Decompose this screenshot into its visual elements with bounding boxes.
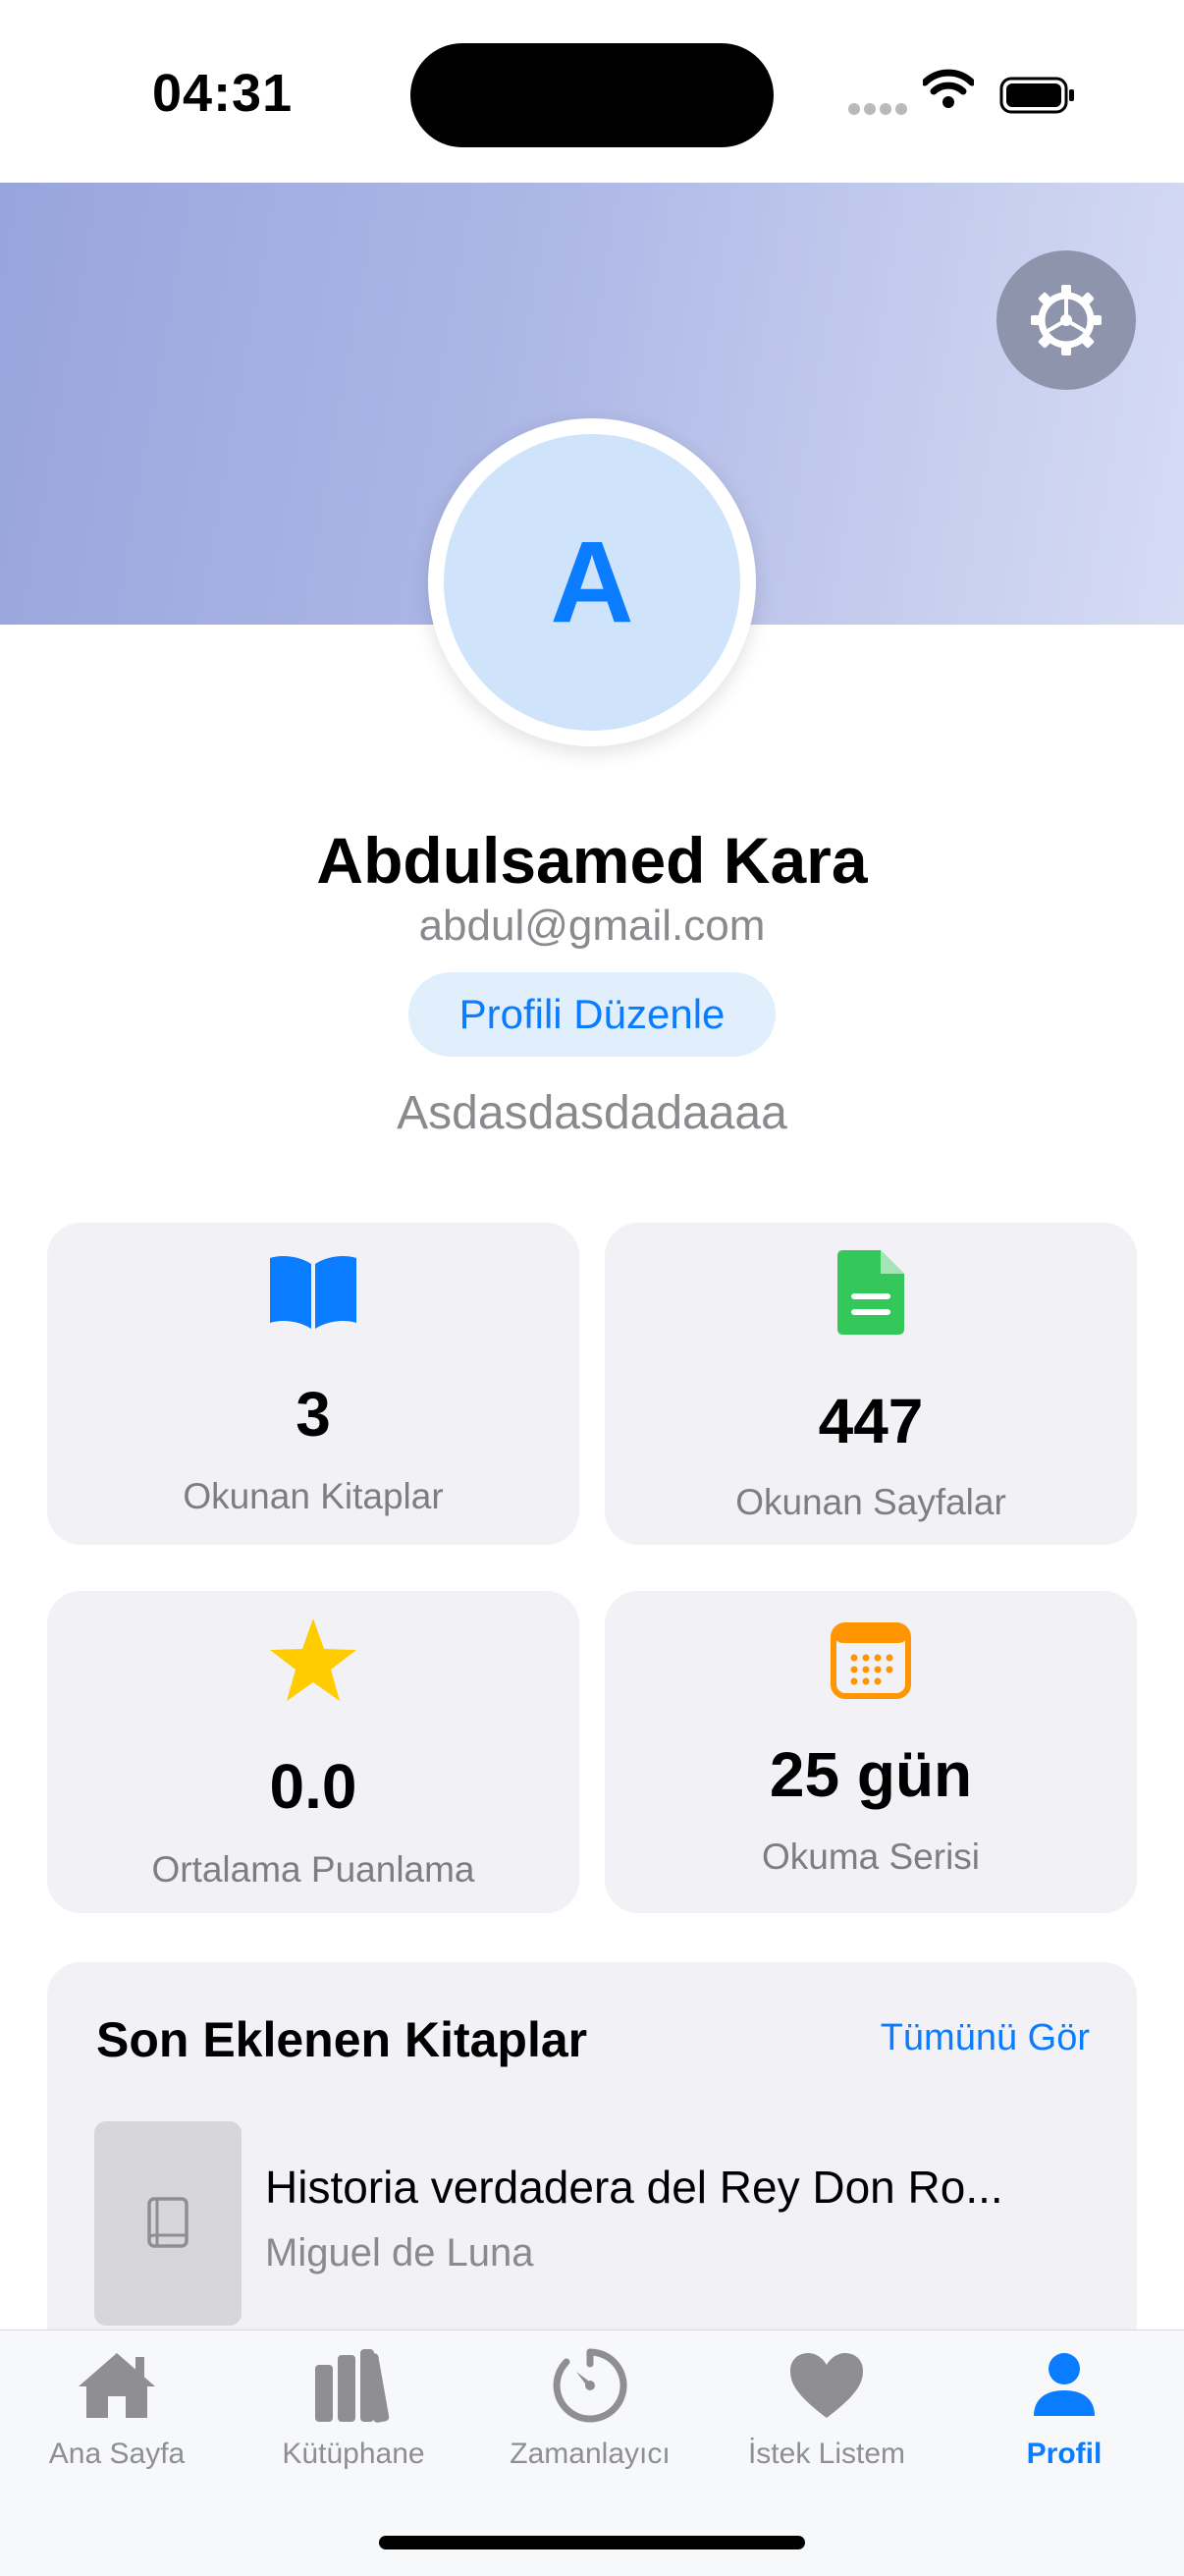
dynamic-island xyxy=(410,43,774,147)
stat-label: Ortalama Puanlama xyxy=(151,1849,475,1890)
tab-wishlist[interactable]: İstek Listem xyxy=(709,2341,944,2479)
stat-value: 25 gün xyxy=(769,1739,973,1810)
profile-bio: Asdasdasdadaaaa xyxy=(397,1087,787,1139)
tab-timer[interactable]: Zamanlayıcı xyxy=(472,2341,708,2479)
tab-label: Zamanlayıcı xyxy=(510,2438,671,2470)
person-icon xyxy=(946,2341,1182,2430)
settings-button[interactable] xyxy=(996,250,1136,390)
tab-label: İstek Listem xyxy=(747,2438,906,2470)
heart-icon xyxy=(709,2341,944,2430)
stat-card-pages-read: 447 Okunan Sayfalar xyxy=(605,1223,1137,1545)
tab-profile[interactable]: Profil xyxy=(946,2341,1182,2479)
stat-label: Okuma Serisi xyxy=(761,1836,981,1877)
profile-name: Abdulsamed Kara xyxy=(316,824,868,897)
tab-home[interactable]: Ana Sayfa xyxy=(0,2341,235,2479)
tab-label: Kütüphane xyxy=(282,2438,425,2470)
cellular-signal-icon xyxy=(848,102,911,120)
tab-library[interactable]: Kütüphane xyxy=(236,2341,471,2479)
stat-card-reading-streak: 25 gün Okuma Serisi xyxy=(605,1591,1137,1913)
house-icon xyxy=(0,2341,235,2430)
book-author: Miguel de Luna xyxy=(265,2231,534,2275)
gear-icon xyxy=(1031,285,1102,356)
home-indicator[interactable] xyxy=(379,2536,805,2549)
tab-label: Profil xyxy=(1026,2438,1103,2470)
open-book-icon xyxy=(47,1252,579,1331)
avatar-initial: A xyxy=(550,518,634,647)
edit-profile-button[interactable]: Profili Düzenle xyxy=(408,972,776,1057)
tab-label: Ana Sayfa xyxy=(48,2438,186,2470)
stat-value: 447 xyxy=(818,1386,924,1456)
stat-label: Okunan Sayfalar xyxy=(735,1482,1006,1522)
books-icon xyxy=(236,2341,471,2430)
battery-icon xyxy=(999,77,1076,114)
book-icon xyxy=(147,2197,188,2248)
recent-books-title: Son Eklenen Kitaplar xyxy=(96,2012,588,2067)
avatar[interactable]: A xyxy=(444,434,740,731)
star-icon xyxy=(47,1617,579,1705)
stat-card-books-read: 3 Okunan Kitaplar xyxy=(47,1223,579,1545)
see-all-link[interactable]: Tümünü Gör xyxy=(844,2017,1090,2059)
profile-email: abdul@gmail.com xyxy=(418,902,766,950)
wifi-icon xyxy=(921,69,976,113)
timer-icon xyxy=(472,2341,708,2430)
calendar-icon xyxy=(605,1622,1137,1699)
book-cover-placeholder[interactable] xyxy=(94,2121,242,2326)
stat-card-average-rating: 0.0 Ortalama Puanlama xyxy=(47,1591,579,1913)
stat-value: 3 xyxy=(296,1379,331,1450)
status-time: 04:31 xyxy=(152,64,294,123)
stat-value: 0.0 xyxy=(269,1751,357,1822)
document-icon xyxy=(605,1248,1137,1337)
stat-label: Okunan Kitaplar xyxy=(183,1476,444,1516)
book-title[interactable]: Historia verdadera del Rey Don Ro... xyxy=(265,2161,1070,2214)
